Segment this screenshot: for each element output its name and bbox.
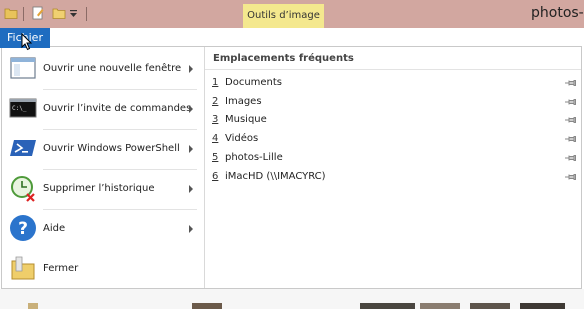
pin-icon[interactable] xyxy=(565,135,577,143)
menu-item-label: Supprimer l’historique xyxy=(43,183,155,194)
item-number: 6 xyxy=(212,171,219,182)
submenu-arrow-icon xyxy=(189,65,193,73)
item-name: Vidéos xyxy=(225,133,259,144)
submenu-arrow-icon xyxy=(189,225,193,233)
pin-icon[interactable] xyxy=(565,154,577,162)
properties-icon[interactable] xyxy=(31,6,45,20)
pin-icon[interactable] xyxy=(565,173,577,181)
menu-item-label: Ouvrir une nouvelle fenêtre xyxy=(43,63,182,74)
thumbnail xyxy=(192,303,222,309)
help-icon: ? xyxy=(10,215,36,241)
folder-icon[interactable] xyxy=(4,6,18,20)
submenu-arrow-icon xyxy=(189,105,193,113)
window-title: photos-l xyxy=(531,5,584,21)
clear-history-icon xyxy=(11,176,35,202)
mouse-cursor-icon xyxy=(21,33,33,51)
menu-item-clear-history[interactable]: Supprimer l’historique xyxy=(2,169,204,209)
close-folder-icon xyxy=(11,256,35,280)
item-name: Musique xyxy=(225,114,267,125)
powershell-icon xyxy=(10,140,36,156)
file-menu: Ouvrir une nouvelle fenêtre C:\_ Ouvrir … xyxy=(1,46,582,289)
thumbnail xyxy=(28,303,38,309)
menu-item-label: Ouvrir l’invite de commandes xyxy=(43,103,192,114)
divider xyxy=(205,69,581,70)
submenu-arrow-icon xyxy=(189,185,193,193)
thumbnail xyxy=(470,303,510,309)
new-folder-icon[interactable] xyxy=(52,6,66,20)
svg-text:?: ? xyxy=(18,219,28,239)
context-tab-image-tools[interactable]: Outils d’image xyxy=(243,4,324,28)
menu-item-new-window[interactable]: Ouvrir une nouvelle fenêtre xyxy=(2,49,204,89)
customize-qat-icon[interactable] xyxy=(69,9,78,18)
new-window-icon xyxy=(10,57,36,79)
menu-item-label: Ouvrir Windows PowerShell xyxy=(43,143,180,154)
command-prompt-icon: C:\_ xyxy=(9,98,37,118)
item-name: photos-Lille xyxy=(225,152,283,163)
frequent-places-pane: Emplacements fréquents 1 Documents 2 Ima… xyxy=(205,47,581,288)
thumbnail xyxy=(360,303,415,309)
frequent-place-item[interactable]: 3 Musique xyxy=(205,112,581,130)
title-bar: Outils d’image photos-l xyxy=(0,0,584,28)
item-number: 3 xyxy=(212,114,219,125)
thumbnail xyxy=(520,303,565,309)
item-number: 1 xyxy=(212,77,219,88)
frequent-place-item[interactable]: 4 Vidéos xyxy=(205,131,581,149)
item-number: 4 xyxy=(212,133,219,144)
qat-separator xyxy=(23,7,24,21)
explorer-content-strip xyxy=(0,289,584,309)
item-name: iMacHD (\\IMACYRC) xyxy=(225,171,326,182)
menu-item-label: Aide xyxy=(43,223,66,234)
frequent-place-item[interactable]: 1 Documents xyxy=(205,75,581,93)
svg-text:C:\_: C:\_ xyxy=(12,105,27,112)
frequent-place-item[interactable]: 5 photos-Lille xyxy=(205,150,581,168)
item-number: 5 xyxy=(212,152,219,163)
frequent-places-header: Emplacements fréquents xyxy=(213,53,354,64)
pin-icon[interactable] xyxy=(565,79,577,87)
menu-item-powershell[interactable]: Ouvrir Windows PowerShell xyxy=(2,129,204,169)
menu-item-label: Fermer xyxy=(43,263,79,274)
item-name: Images xyxy=(225,96,262,107)
menu-item-command-prompt[interactable]: C:\_ Ouvrir l’invite de commandes xyxy=(2,89,204,129)
menu-item-help[interactable]: ? Aide xyxy=(2,209,204,249)
qat-separator xyxy=(86,7,87,21)
file-menu-commands: Ouvrir une nouvelle fenêtre C:\_ Ouvrir … xyxy=(2,47,205,288)
menu-item-close[interactable]: Fermer xyxy=(2,249,204,289)
thumbnail xyxy=(420,303,460,309)
item-number: 2 xyxy=(212,96,219,107)
pin-icon[interactable] xyxy=(565,116,577,124)
frequent-place-item[interactable]: 6 iMacHD (\\IMACYRC) xyxy=(205,169,581,187)
submenu-arrow-icon xyxy=(189,145,193,153)
pin-icon[interactable] xyxy=(565,98,577,106)
frequent-place-item[interactable]: 2 Images xyxy=(205,94,581,112)
item-name: Documents xyxy=(225,77,283,88)
